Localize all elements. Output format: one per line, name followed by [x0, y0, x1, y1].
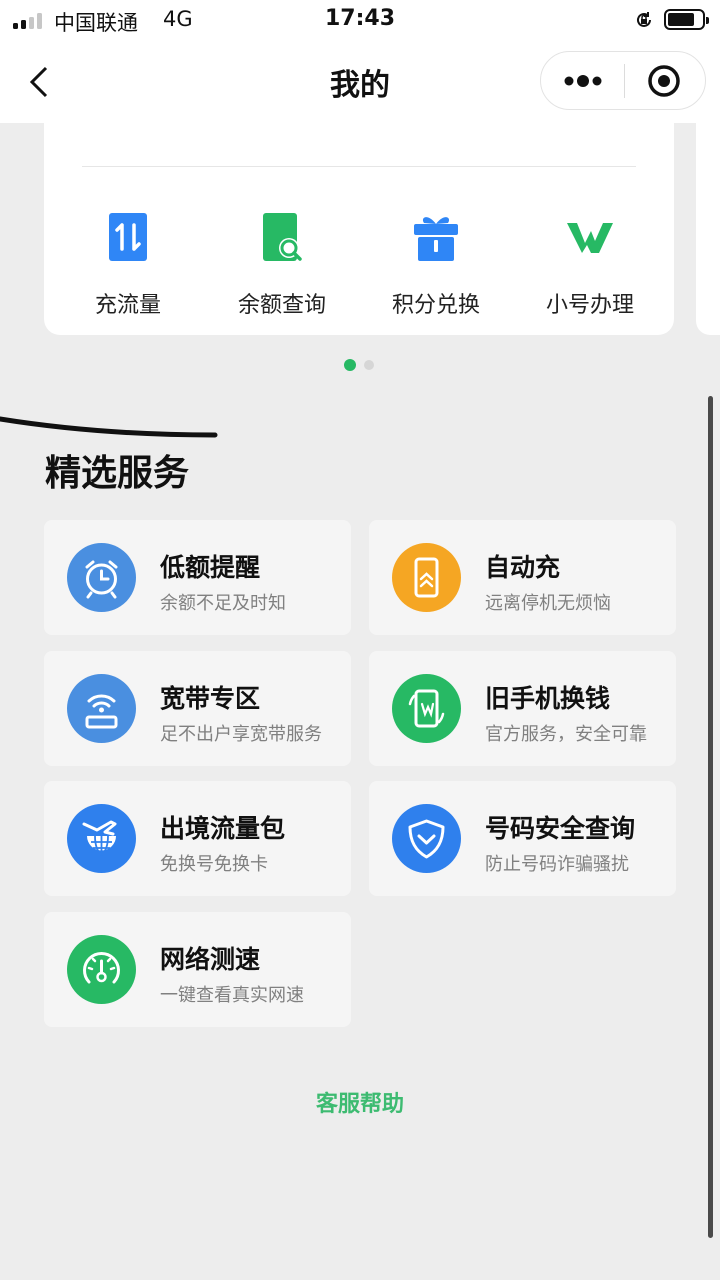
tool-label: 小号办理: [545, 293, 634, 318]
service-name: 低额提醒: [160, 553, 261, 582]
service-desc: 余额不足及时知: [160, 593, 286, 614]
service-name: 自动充: [485, 553, 561, 582]
service-desc: 官方服务，安全可靠: [485, 724, 647, 745]
alarm-clock-icon: [85, 560, 118, 599]
plane-globe-icon: [82, 820, 117, 856]
tool-label: 充流量: [94, 293, 161, 318]
service-old-phone-trade[interactable]: 旧手机换钱 官方服务，安全可靠: [369, 651, 676, 766]
battery-icon: [664, 9, 709, 30]
service-auto-recharge[interactable]: 自动充 远离停机无烦恼: [369, 520, 676, 635]
mini-program-capsule: [540, 51, 706, 110]
carousel-dot-active: [344, 359, 356, 371]
balance-search-icon: [263, 213, 302, 261]
service-icon-bg: [392, 804, 461, 873]
tool-balance-query[interactable]: 余额查询: [212, 211, 352, 319]
capsule-divider: [624, 64, 625, 98]
speedometer-icon: [83, 952, 120, 984]
nav-bar: 我的: [0, 40, 720, 123]
more-icon[interactable]: [563, 71, 603, 91]
service-number-security[interactable]: 号码安全查询 防止号码诈骗骚扰: [369, 781, 676, 896]
wifi-router-icon: [85, 694, 118, 729]
pen-scribble-mark: [0, 416, 218, 438]
quick-tools-card: 充流量 余额查询 积分兑换 小号办理: [44, 123, 674, 335]
gift-icon: [414, 217, 458, 261]
service-name: 网络测速: [160, 945, 261, 974]
tool-recharge-data[interactable]: 充流量: [58, 211, 198, 319]
phone-recycle-icon: [408, 689, 445, 728]
service-icon-bg: [67, 804, 136, 873]
data-transfer-icon: [109, 213, 147, 261]
service-desc: 免换号免换卡: [160, 854, 268, 875]
carousel-indicator: [344, 359, 384, 373]
shield-icon: [408, 819, 445, 859]
carousel-dot: [364, 360, 374, 370]
tool-sub-number[interactable]: 小号办理: [520, 211, 660, 319]
service-broadband[interactable]: 宽带专区 足不出户享宽带服务: [44, 651, 351, 766]
service-icon-bg: [392, 543, 461, 612]
service-desc: 足不出户享宽带服务: [160, 724, 322, 745]
section-title: 精选服务: [45, 453, 190, 494]
phone-charge-icon: [414, 557, 439, 598]
service-low-balance-alert[interactable]: 低额提醒 余额不足及时知: [44, 520, 351, 635]
service-name: 号码安全查询: [485, 814, 636, 843]
service-desc: 防止号码诈骗骚扰: [485, 854, 629, 875]
service-desc: 远离停机无烦恼: [485, 593, 611, 614]
rotation-lock-icon: [637, 12, 651, 27]
service-name: 出境流量包: [160, 814, 286, 843]
service-desc: 一键查看真实网速: [160, 985, 304, 1006]
service-icon-bg: [67, 935, 136, 1004]
status-bar: 中国联通 4G 17:43: [0, 0, 720, 40]
service-icon-bg: [67, 543, 136, 612]
service-icon-bg: [392, 674, 461, 743]
tool-points-exchange[interactable]: 积分兑换: [366, 211, 506, 319]
service-speed-test[interactable]: 网络测速 一键查看真实网速: [44, 912, 351, 1027]
status-time: 17:43: [324, 6, 396, 31]
close-target-icon[interactable]: [647, 64, 681, 98]
service-name: 宽带专区: [160, 684, 261, 713]
tool-label: 余额查询: [237, 293, 326, 318]
w-logo-icon: [567, 223, 613, 253]
service-name: 旧手机换钱: [485, 684, 611, 713]
service-icon-bg: [67, 674, 136, 743]
tool-label: 积分兑换: [391, 293, 480, 318]
card-divider: [82, 166, 636, 167]
next-card-peek: [696, 123, 720, 335]
customer-service-help-link[interactable]: 客服帮助: [0, 1086, 720, 1118]
service-roaming-data[interactable]: 出境流量包 免换号免换卡: [44, 781, 351, 896]
